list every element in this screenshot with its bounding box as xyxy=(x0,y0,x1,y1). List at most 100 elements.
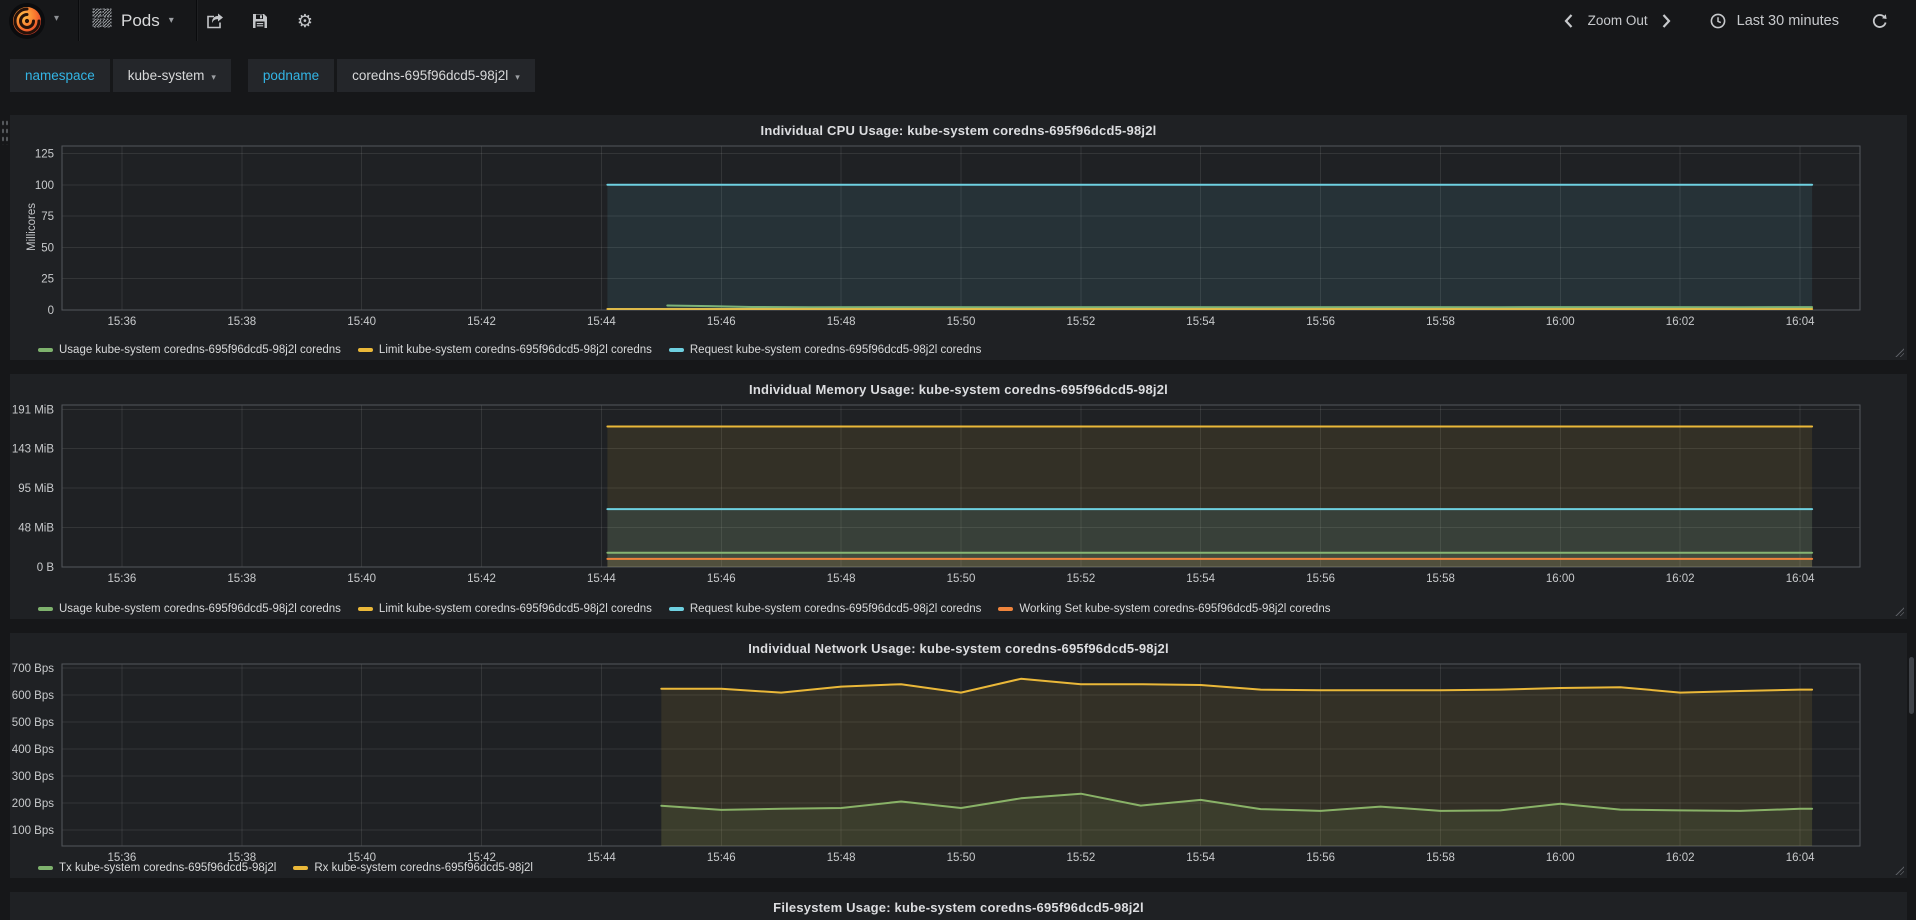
svg-text:15:38: 15:38 xyxy=(227,573,256,585)
time-back-chevron-left-icon[interactable] xyxy=(1559,11,1579,31)
legend-item[interactable]: Working Set kube-system coredns-695f96dc… xyxy=(998,603,1330,615)
legend-item[interactable]: Request kube-system coredns-695f96dcd5-9… xyxy=(668,344,982,356)
legend-item[interactable]: Rx kube-system coredns-695f96dcd5-98j2l xyxy=(293,862,533,874)
svg-text:16:00: 16:00 xyxy=(1546,316,1575,328)
legend-series-label: Working Set kube-system coredns-695f96dc… xyxy=(1019,603,1331,615)
svg-text:15:48: 15:48 xyxy=(827,852,856,864)
svg-text:16:02: 16:02 xyxy=(1666,852,1695,864)
variable-label-podname: podname xyxy=(247,59,335,92)
svg-text:15:38: 15:38 xyxy=(227,316,256,328)
svg-text:15:48: 15:48 xyxy=(827,316,856,328)
panel-resize-handle[interactable] xyxy=(1894,606,1904,616)
legend-item[interactable]: Request kube-system coredns-695f96dcd5-9… xyxy=(668,603,982,615)
svg-text:15:56: 15:56 xyxy=(1306,316,1335,328)
legend-series-label: Request kube-system coredns-695f96dcd5-9… xyxy=(689,603,982,615)
svg-text:16:04: 16:04 xyxy=(1786,573,1815,585)
panel-title-memory[interactable]: Individual Memory Usage: kube-system cor… xyxy=(10,377,1907,403)
cpu-chart-legend: Usage kube-system coredns-695f96dcd5-98j… xyxy=(38,344,998,356)
save-icon[interactable] xyxy=(250,11,270,31)
dashboard-grid-icon xyxy=(92,8,112,33)
network-usage-chart[interactable]: 100 Bps 200 Bps 300 Bps 400 Bps 500 Bps 600 B… xyxy=(10,663,1906,867)
panel-cpu-usage: Individual CPU Usage: kube-system coredn… xyxy=(10,115,1907,360)
time-forward-chevron-right-icon[interactable] xyxy=(1657,11,1677,31)
zoom-out-button[interactable]: Zoom Out xyxy=(1588,13,1648,28)
grafana-logo[interactable] xyxy=(8,2,46,40)
svg-text:15:36: 15:36 xyxy=(108,573,137,585)
legend-series-color-dash xyxy=(38,607,53,611)
svg-text:200 Bps: 200 Bps xyxy=(12,798,54,810)
svg-text:15:54: 15:54 xyxy=(1186,852,1215,864)
legend-item[interactable]: Usage kube-system coredns-695f96dcd5-98j… xyxy=(38,603,341,615)
svg-text:400 Bps: 400 Bps xyxy=(12,744,54,756)
svg-text:50: 50 xyxy=(41,242,54,254)
svg-text:500 Bps: 500 Bps xyxy=(12,717,54,729)
legend-series-label: Tx kube-system coredns-695f96dcd5-98j2l xyxy=(59,862,277,874)
clock-icon xyxy=(1708,11,1728,31)
svg-text:15:44: 15:44 xyxy=(587,852,616,864)
svg-text:15:42: 15:42 xyxy=(467,316,496,328)
svg-text:15:56: 15:56 xyxy=(1306,852,1335,864)
caret-down-icon: ▾ xyxy=(211,72,216,82)
legend-series-color-dash xyxy=(357,607,373,611)
legend-series-color-dash xyxy=(668,607,684,611)
svg-text:15:52: 15:52 xyxy=(1067,852,1096,864)
svg-text:15:48: 15:48 xyxy=(827,573,856,585)
legend-item[interactable]: Tx kube-system coredns-695f96dcd5-98j2l xyxy=(38,862,276,874)
page-scrollbar-thumb[interactable] xyxy=(1909,657,1914,714)
dashboard-picker[interactable]: Pods ▾ xyxy=(92,0,174,41)
panel-resize-handle[interactable] xyxy=(1894,347,1904,357)
series xyxy=(606,557,1814,567)
legend-item[interactable]: Limit kube-system coredns-695f96dcd5-98j… xyxy=(357,603,652,615)
legend-series-label: Limit kube-system coredns-695f96dcd5-98j… xyxy=(378,344,652,356)
legend-series-label: Usage kube-system coredns-695f96dcd5-98j… xyxy=(59,344,341,356)
svg-text:48 MiB: 48 MiB xyxy=(18,523,54,535)
svg-text:600 Bps: 600 Bps xyxy=(12,690,54,702)
svg-text:125: 125 xyxy=(35,149,54,161)
svg-text:0 B: 0 B xyxy=(37,562,55,574)
navbar-divider xyxy=(196,0,197,41)
svg-text:0: 0 xyxy=(48,305,54,317)
variable-value-namespace-dropdown[interactable]: kube-system ▾ xyxy=(112,59,231,92)
memory-usage-chart[interactable]: 0 B 48 MiB 95 MiB 143 MiB 191 MiB 15:36 15:38 1… xyxy=(10,404,1906,588)
svg-text:16:04: 16:04 xyxy=(1786,852,1815,864)
svg-text:15:58: 15:58 xyxy=(1426,852,1455,864)
legend-item[interactable]: Usage kube-system coredns-695f96dcd5-98j… xyxy=(38,344,341,356)
cpu-usage-chart[interactable]: 0 25 50 75 100 125 15:36 15:38 15:40 15:42 15:44 15… xyxy=(10,145,1906,331)
legend-item[interactable]: Limit kube-system coredns-695f96dcd5-98j… xyxy=(357,344,652,356)
template-variables-row: namespace kube-system ▾ podname coredns-6… xyxy=(10,59,535,92)
svg-text:15:46: 15:46 xyxy=(707,573,736,585)
series xyxy=(660,677,1814,846)
legend-series-color-dash xyxy=(357,348,373,352)
legend-series-color-dash xyxy=(293,866,309,870)
panel-drag-handle[interactable] xyxy=(1,119,9,145)
svg-text:95 MiB: 95 MiB xyxy=(18,483,54,495)
panel-title-filesystem[interactable]: Filesystem Usage: kube-system coredns-69… xyxy=(10,895,1907,920)
svg-text:16:00: 16:00 xyxy=(1546,573,1575,585)
caret-down-icon: ▾ xyxy=(515,72,520,82)
svg-text:300 Bps: 300 Bps xyxy=(12,771,54,783)
svg-text:15:46: 15:46 xyxy=(707,316,736,328)
navbar-divider xyxy=(78,0,79,41)
series xyxy=(606,183,1814,310)
refresh-icon[interactable] xyxy=(1870,11,1890,31)
legend-series-color-dash xyxy=(38,866,53,870)
logo-caret-down-icon[interactable]: ▾ xyxy=(54,13,59,24)
svg-text:15:50: 15:50 xyxy=(947,852,976,864)
svg-text:15:58: 15:58 xyxy=(1426,573,1455,585)
legend-series-color-dash xyxy=(38,348,53,352)
svg-text:15:54: 15:54 xyxy=(1186,316,1215,328)
panel-title-cpu[interactable]: Individual CPU Usage: kube-system coredn… xyxy=(10,118,1907,144)
variable-value-podname-dropdown[interactable]: coredns-695f96dcd5-98j2l ▾ xyxy=(337,59,535,92)
legend-series-label: Rx kube-system coredns-695f96dcd5-98j2l xyxy=(314,862,533,874)
panel-memory-usage: Individual Memory Usage: kube-system cor… xyxy=(10,374,1907,619)
svg-text:15:50: 15:50 xyxy=(947,316,976,328)
time-range-picker[interactable]: Last 30 minutes xyxy=(1737,13,1839,29)
panel-title-network[interactable]: Individual Network Usage: kube-system co… xyxy=(10,636,1907,662)
svg-text:16:02: 16:02 xyxy=(1666,573,1695,585)
share-icon[interactable] xyxy=(205,11,225,31)
legend-series-label: Request kube-system coredns-695f96dcd5-9… xyxy=(689,344,982,356)
memory-chart-legend: Usage kube-system coredns-695f96dcd5-98j… xyxy=(38,603,1347,615)
svg-text:16:02: 16:02 xyxy=(1666,316,1695,328)
settings-gear-icon[interactable]: ⚙ xyxy=(295,11,315,31)
dashboard-title: Pods xyxy=(121,10,160,30)
